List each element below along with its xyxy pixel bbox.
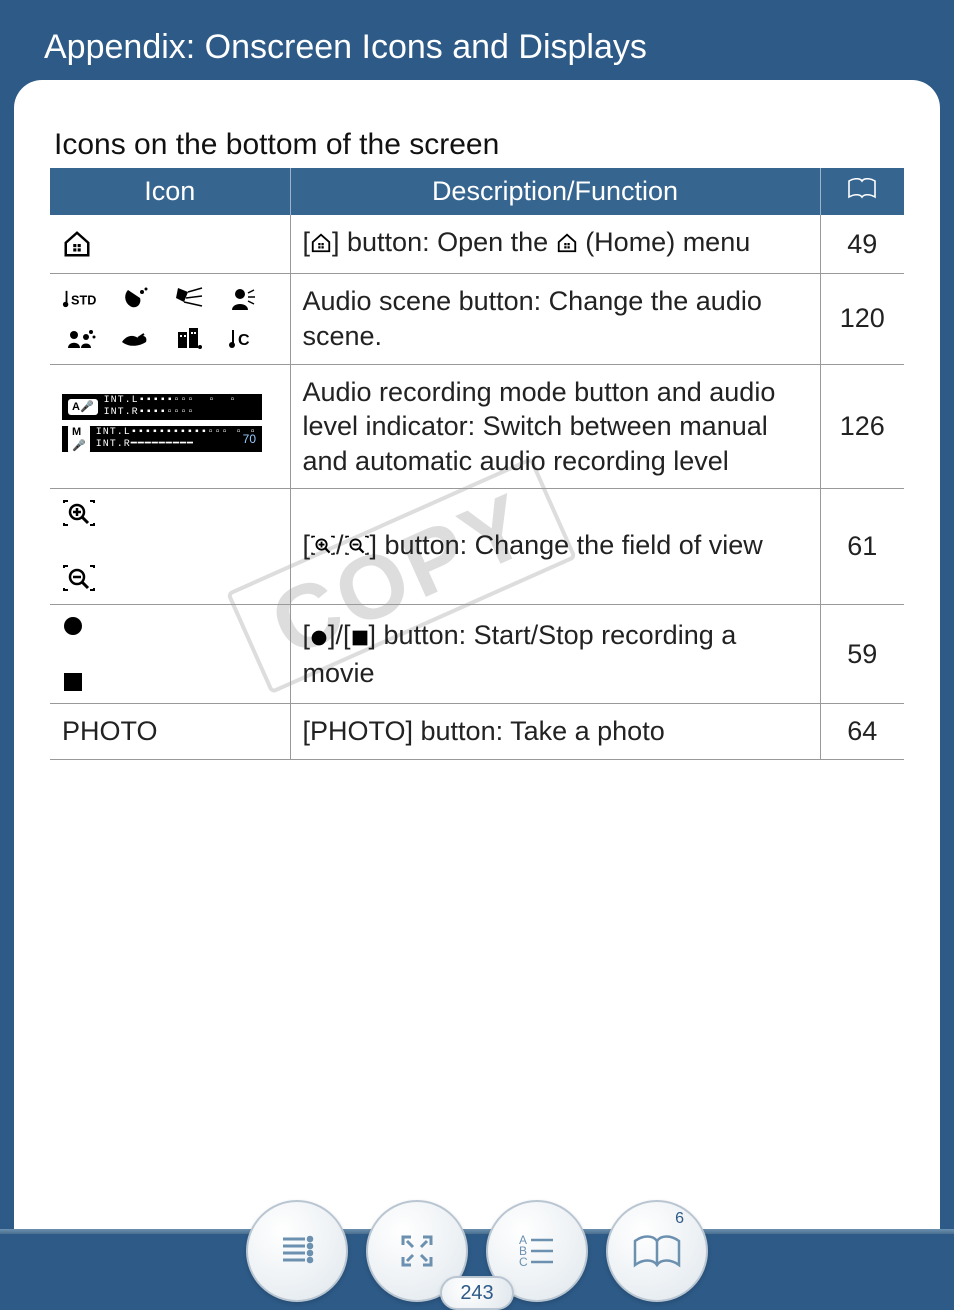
zoom-out-icon xyxy=(344,531,370,566)
text: ]/[ xyxy=(328,620,351,650)
text: [ xyxy=(303,227,311,257)
label: M xyxy=(72,426,81,438)
level-dots: INT.L▪▪▪▪▪▪▪▪▪▪▪▫▫▫ ▫ ▫INT.R━━━━━━━━━ xyxy=(96,427,257,453)
zoom-in-icon xyxy=(310,531,336,566)
bird-icon xyxy=(116,324,154,354)
audio-scene-icons: STD C xyxy=(62,284,278,354)
note-c-icon: C xyxy=(224,324,262,354)
table-row: [ ] button: Open the (Home) menu 49 xyxy=(50,215,904,273)
book-icon xyxy=(847,176,877,206)
table-row: A🎤 INT.L▪▪▪▪▪▫▫▫ ▫ ▫INT.R▪▪▪▪▫▫▫▫ M🎤 INT… xyxy=(50,364,904,489)
zoom-in-icon xyxy=(62,499,278,529)
page-header-title: Appendix: Onscreen Icons and Displays xyxy=(0,0,954,67)
row-page: 49 xyxy=(820,215,904,273)
home-icon xyxy=(556,228,578,263)
record-icon xyxy=(62,615,278,637)
row-desc: Audio recording mode button and audio le… xyxy=(290,364,820,489)
label: A xyxy=(72,401,80,413)
row-desc: Audio scene button: Change the audio sce… xyxy=(290,273,820,364)
icons-table: Icon Description/Function [] button: xyxy=(50,168,904,760)
text: / xyxy=(336,530,344,560)
text: (Home) menu xyxy=(578,227,751,257)
home-icon xyxy=(62,229,278,259)
audio-manual-bar: M🎤 INT.L▪▪▪▪▪▪▪▪▪▪▪▫▫▫ ▫ ▫INT.R━━━━━━━━━… xyxy=(62,426,262,452)
stop-icon xyxy=(351,621,369,656)
svg-text:C: C xyxy=(519,1255,528,1269)
content-panel: COPY Icons on the bottom of the screen I… xyxy=(14,80,940,1234)
audio-level-indicator: A🎤 INT.L▪▪▪▪▪▫▫▫ ▫ ▫INT.R▪▪▪▪▫▫▫▫ M🎤 INT… xyxy=(62,394,262,452)
page-number-badge: 243 xyxy=(440,1276,514,1310)
toc-button[interactable] xyxy=(246,1200,348,1302)
row-desc: [ ] button: Open the (Home) menu xyxy=(290,215,820,273)
svg-text:STD: STD xyxy=(71,293,96,307)
row-page: 61 xyxy=(820,489,904,605)
buildings-icon xyxy=(170,324,208,354)
level-dots: INT.L▪▪▪▪▪▫▫▫ ▫ ▫INT.R▪▪▪▪▫▫▫▫ xyxy=(104,395,256,421)
chapter-button[interactable] xyxy=(606,1200,708,1302)
row-desc: [PHOTO] button: Take a photo xyxy=(290,704,820,760)
table-row: PHOTO [PHOTO] button: Take a photo 64 xyxy=(50,704,904,760)
zoom-out-icon xyxy=(62,564,278,594)
table-row: [ / ] button: Change the field of view 61 xyxy=(50,489,904,605)
col-header-ref xyxy=(820,168,904,215)
table-header-row: Icon Description/Function xyxy=(50,168,904,215)
col-header-desc: Description/Function xyxy=(290,168,820,215)
photo-label: PHOTO xyxy=(50,704,290,760)
spotlight-icon xyxy=(170,284,208,314)
section-title: Icons on the bottom of the screen xyxy=(54,128,904,162)
table-row: STD C Audio scene button: Change the aud… xyxy=(50,273,904,364)
row-page: 120 xyxy=(820,273,904,364)
crowd-icon xyxy=(62,324,100,354)
table-row: []/[] button: Start/Stop recording a mov… xyxy=(50,604,904,704)
text: [ xyxy=(303,620,311,650)
note-std-icon: STD xyxy=(62,284,100,314)
sax-icon xyxy=(116,284,154,314)
manual-level-value: 70 xyxy=(243,432,256,447)
record-icon xyxy=(310,621,328,656)
col-header-icon: Icon xyxy=(50,168,290,215)
row-desc: [ / ] button: Change the field of view xyxy=(290,489,820,605)
row-page: 59 xyxy=(820,604,904,704)
stop-icon xyxy=(62,671,278,693)
row-page: 64 xyxy=(820,704,904,760)
text: [ xyxy=(303,530,311,560)
text: ] button: Change the field of view xyxy=(370,530,763,560)
svg-text:C: C xyxy=(238,332,250,349)
row-desc: []/[] button: Start/Stop recording a mov… xyxy=(290,604,820,704)
bottom-nav: A B C 243 xyxy=(0,1200,954,1302)
text: ] button: Open the xyxy=(332,227,556,257)
audio-auto-bar: A🎤 INT.L▪▪▪▪▪▫▫▫ ▫ ▫INT.R▪▪▪▪▫▫▫▫ xyxy=(62,394,262,420)
speaker-person-icon xyxy=(224,284,262,314)
row-page: 126 xyxy=(820,364,904,489)
home-icon xyxy=(310,228,332,263)
